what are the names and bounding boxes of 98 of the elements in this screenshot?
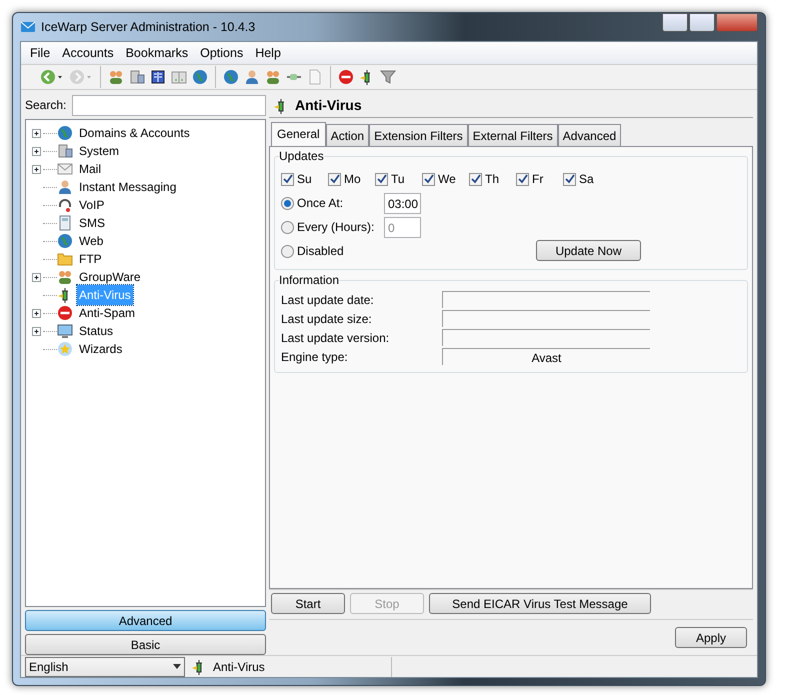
language-dropdown[interactable]: English <box>25 656 185 676</box>
tree-item[interactable]: Wizards <box>77 339 124 359</box>
globe-icon <box>57 125 73 141</box>
toolbar-button[interactable] <box>149 68 167 86</box>
action-button[interactable]: Start <box>271 593 345 614</box>
stop-icon <box>338 69 354 85</box>
headset-icon <box>57 197 73 213</box>
mode-button[interactable]: Advanced <box>25 610 266 631</box>
people-icon <box>265 69 281 85</box>
checkbox-label: We <box>438 171 456 188</box>
menu-item[interactable]: File <box>24 44 56 62</box>
server-icon <box>129 69 145 85</box>
book-icon <box>150 69 166 85</box>
expand-icon[interactable] <box>32 272 41 282</box>
field-label: Last update date: <box>281 292 375 308</box>
globe-icon <box>57 233 73 249</box>
radio-button[interactable] <box>281 244 294 258</box>
caret-icon <box>56 73 64 81</box>
checkbox-label: Fr <box>532 171 544 188</box>
radio-label: Every (Hours): <box>297 219 376 236</box>
server-icon <box>57 143 73 159</box>
expand-icon[interactable] <box>32 146 41 156</box>
tree-item[interactable]: Instant Messaging <box>77 177 178 197</box>
tree-item[interactable]: Anti-Spam <box>77 303 138 323</box>
tab[interactable]: Extension Filters <box>369 124 468 147</box>
value-field: Avast <box>442 348 650 365</box>
expand-icon[interactable] <box>32 308 41 318</box>
globe-icon <box>192 69 208 85</box>
checkbox-label: Tu <box>391 171 405 188</box>
search-field[interactable] <box>72 94 266 116</box>
checkbox-label: Sa <box>579 171 594 188</box>
search-label: Search: <box>25 97 66 114</box>
maximize-button[interactable] <box>689 13 715 32</box>
dropdown-value: English <box>29 658 68 676</box>
checkbox[interactable] <box>469 172 482 186</box>
menu-item[interactable]: Bookmarks <box>120 44 194 62</box>
panel-title: Anti-Virus <box>295 96 362 115</box>
apply-button[interactable]: Apply <box>675 627 747 648</box>
globe-icon <box>223 69 239 85</box>
people-icon <box>108 69 124 85</box>
expand-icon[interactable] <box>32 326 41 336</box>
checkbox-label: Mo <box>344 171 361 188</box>
menu-item[interactable]: Help <box>249 44 287 62</box>
close-button[interactable] <box>716 13 758 32</box>
field-label: Last update version: <box>281 330 390 346</box>
person-icon <box>244 69 260 85</box>
funnel-icon <box>380 69 396 85</box>
mode-button[interactable]: Basic <box>25 634 266 655</box>
people-icon <box>57 269 73 285</box>
tree-item[interactable]: System <box>77 141 122 161</box>
radio-label: Disabled <box>297 243 345 260</box>
tree-item[interactable]: FTP <box>77 249 104 269</box>
group-title: Updates <box>279 150 324 162</box>
stop-icon <box>57 305 73 321</box>
field-label: Engine type: <box>281 348 349 366</box>
tree-item[interactable]: VoIP <box>77 195 106 215</box>
tree-item[interactable]: GroupWare <box>77 267 143 287</box>
checkbox[interactable] <box>328 172 341 186</box>
monitor-icon <box>57 323 73 339</box>
field-label: Last update size: <box>281 310 373 328</box>
action-button[interactable]: Send EICAR Virus Test Message <box>429 593 651 614</box>
radio-button[interactable] <box>281 196 294 210</box>
checkbox[interactable] <box>563 172 576 186</box>
tab[interactable]: General <box>271 122 326 147</box>
tree-item[interactable]: Mail <box>77 159 104 179</box>
calculator-icon <box>57 215 73 231</box>
window-title: IceWarp Server Administration - 10.4.3 <box>41 18 256 36</box>
tree-item[interactable]: Domains & Accounts <box>77 123 192 143</box>
status-text: Anti-Virus <box>213 658 266 676</box>
page-icon <box>307 69 323 85</box>
expand-icon[interactable] <box>32 128 41 138</box>
checkbox-label: Th <box>485 171 500 188</box>
group-title: Information <box>279 274 340 286</box>
checkbox[interactable] <box>422 172 435 186</box>
tree-item[interactable]: SMS <box>77 213 108 233</box>
input-field[interactable]: 03:00 <box>384 192 421 214</box>
panel-icon <box>171 69 187 85</box>
checkbox[interactable] <box>516 172 529 186</box>
caret-icon <box>85 73 93 81</box>
tab[interactable]: External Filters <box>468 124 558 147</box>
checkbox[interactable] <box>375 172 388 186</box>
envelope-icon <box>20 19 36 35</box>
tree-item[interactable]: Web <box>77 231 106 251</box>
menu-item[interactable]: Options <box>194 44 250 62</box>
menu-item[interactable]: Accounts <box>56 44 120 62</box>
tab[interactable]: Advanced <box>558 124 622 147</box>
expand-icon[interactable] <box>32 164 41 174</box>
minimize-button[interactable] <box>662 13 688 32</box>
checkbox[interactable] <box>281 172 294 186</box>
tree-item[interactable]: Status <box>77 321 116 341</box>
dropdown-arrow-icon <box>173 664 181 669</box>
folder-icon <box>57 251 73 267</box>
checkbox-label: Su <box>297 171 312 188</box>
star-icon <box>57 341 73 357</box>
tab[interactable]: Action <box>326 124 370 147</box>
radio-label: Once At: <box>297 195 344 212</box>
person-icon <box>57 179 73 195</box>
update-now-button[interactable]: Update Now <box>536 240 641 261</box>
